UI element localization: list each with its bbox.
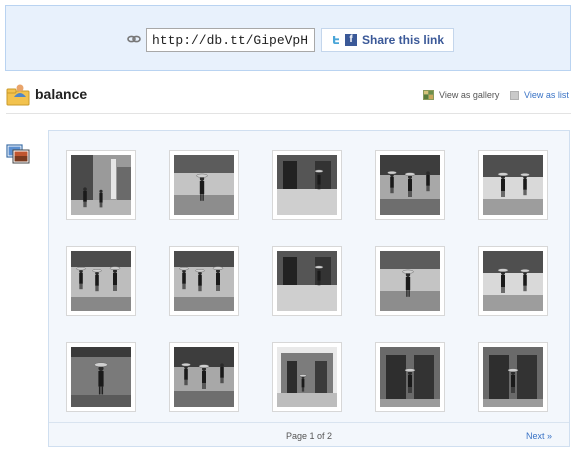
photo-thumbnail[interactable] [478, 342, 548, 412]
view-as-gallery-label: View as gallery [439, 90, 500, 100]
photo-image [71, 347, 131, 407]
list-icon [510, 90, 519, 100]
photo-thumbnail[interactable] [375, 342, 445, 412]
photo-thumbnail[interactable] [375, 246, 445, 316]
photo-thumbnail[interactable] [272, 150, 342, 220]
next-page-link[interactable]: Next » [526, 431, 552, 441]
share-button-label: Share this link [362, 33, 445, 47]
photo-thumbnail[interactable] [66, 342, 136, 412]
photo-image [277, 347, 337, 407]
view-as-list-label: View as list [524, 90, 569, 100]
gallery-icon [423, 90, 434, 100]
photo-thumbnail[interactable] [375, 150, 445, 220]
photo-thumbnail[interactable] [478, 246, 548, 316]
twitter-icon [330, 34, 342, 46]
facebook-icon: f [345, 34, 357, 46]
pager-divider [49, 422, 569, 423]
page-indicator: Page 1 of 2 [285, 431, 333, 441]
share-link-input[interactable] [146, 28, 315, 52]
photo-image [483, 347, 543, 407]
photo-image [483, 251, 543, 311]
photo-thumbnail[interactable] [66, 150, 136, 220]
photo-thumbnail[interactable] [272, 246, 342, 316]
share-link-button[interactable]: f Share this link [321, 28, 454, 52]
header-divider [6, 113, 571, 114]
shared-folder-icon [6, 84, 30, 106]
share-bar: f Share this link [5, 5, 571, 71]
photo-thumbnail[interactable] [66, 246, 136, 316]
gallery-panel: Page 1 of 2 Next » [48, 130, 570, 447]
photo-thumbnail[interactable] [478, 150, 548, 220]
photo-image [380, 155, 440, 215]
photo-image [71, 251, 131, 311]
folder-title: balance [35, 86, 88, 102]
photo-image [277, 251, 337, 311]
photo-image [277, 155, 337, 215]
view-as-gallery-link[interactable]: View as gallery [423, 90, 499, 100]
photo-image [71, 155, 131, 215]
photo-image [483, 155, 543, 215]
folder-header: balance View as gallery View as list [6, 82, 571, 112]
photo-thumbnail[interactable] [169, 342, 239, 412]
photo-thumbnail[interactable] [169, 150, 239, 220]
photos-icon [6, 144, 30, 164]
photo-image [380, 251, 440, 311]
photo-image [174, 251, 234, 311]
link-icon [127, 35, 141, 43]
photo-image [174, 347, 234, 407]
photo-thumbnail[interactable] [272, 342, 342, 412]
photo-thumbnail[interactable] [169, 246, 239, 316]
photo-image [174, 155, 234, 215]
view-as-list-link[interactable]: View as list [510, 90, 569, 100]
photo-image [380, 347, 440, 407]
